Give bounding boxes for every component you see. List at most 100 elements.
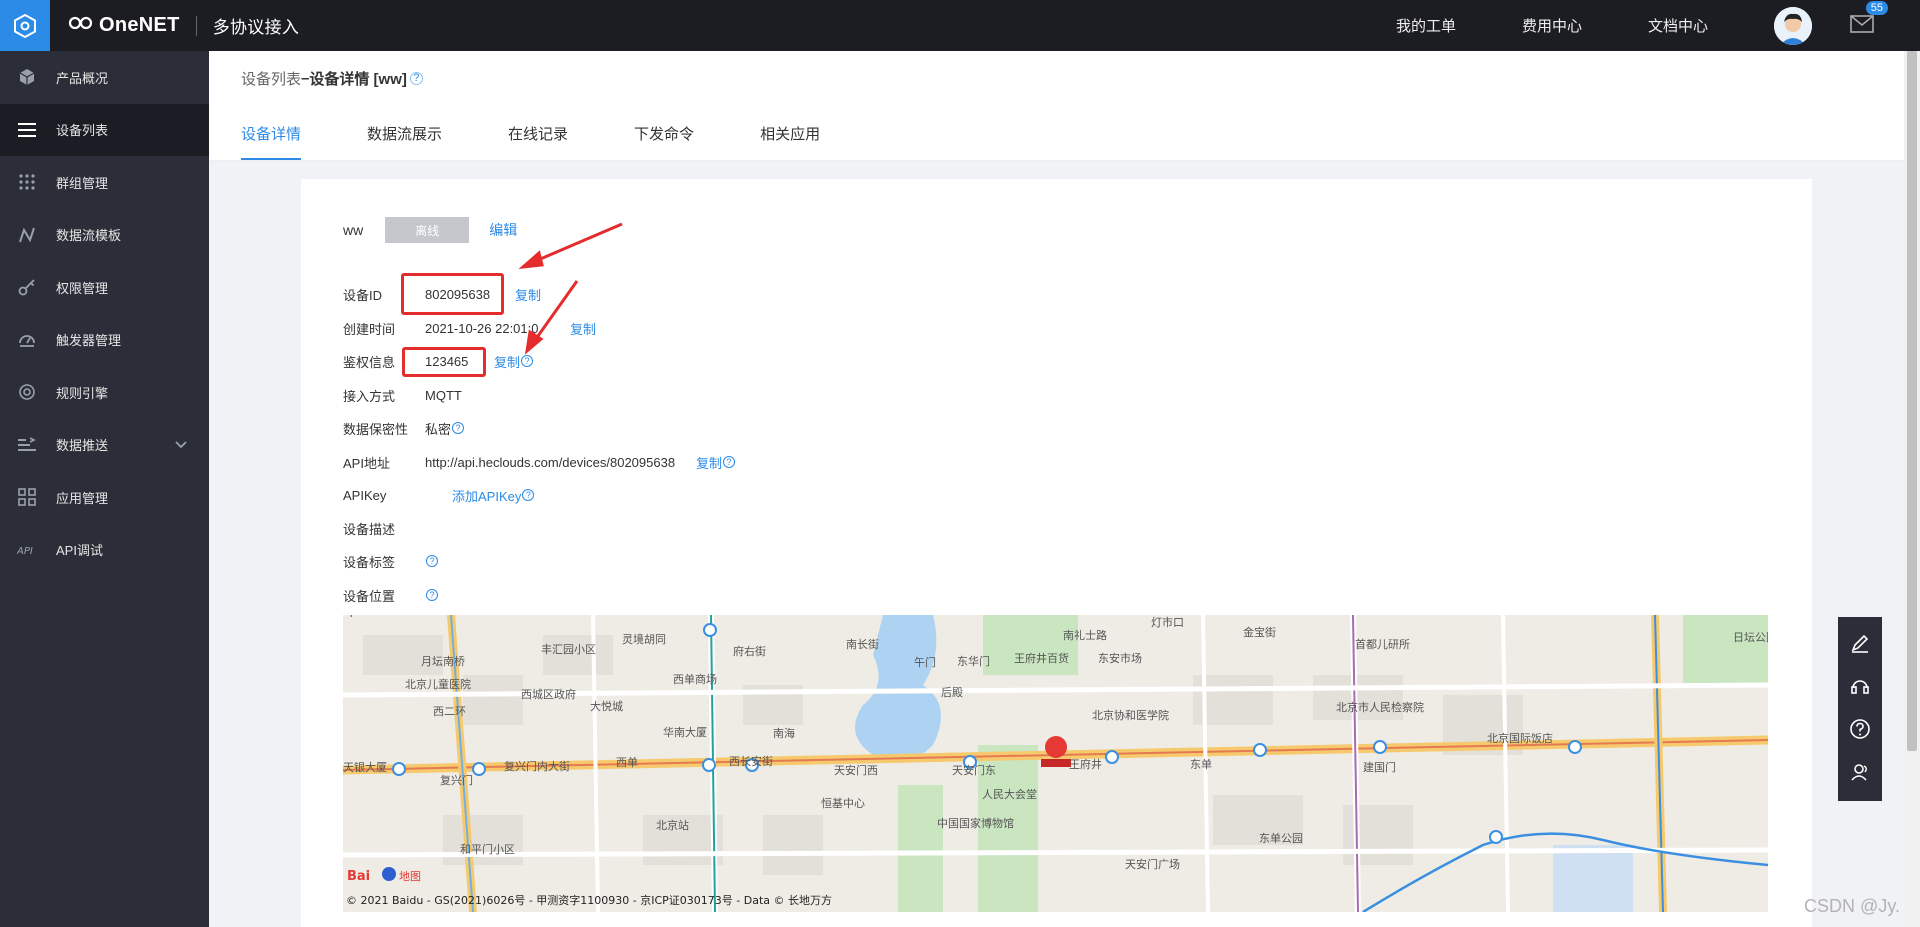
breadcrumb-parent[interactable]: 设备列表 — [241, 68, 301, 89]
map-label: 天安门广场 — [1125, 857, 1180, 871]
sidebar-item-label: 规则引擎 — [56, 385, 109, 401]
sidebar-item-api-debug[interactable]: API API调试 — [0, 524, 209, 577]
tab-datastream-display[interactable]: 数据流展示 — [367, 123, 442, 160]
copy-api-address-button[interactable]: 复制 — [696, 453, 722, 472]
map-label: 北京儿童医院 — [405, 677, 471, 691]
help-icon[interactable]: ? — [522, 489, 535, 501]
sidebar-item-label: 产品概况 — [56, 70, 109, 86]
description-row: 设备描述 — [343, 518, 425, 538]
help-icon[interactable]: ? — [521, 355, 534, 367]
created-time-label: 创建时间 — [343, 321, 396, 337]
map-label: 首都儿研所 — [1355, 637, 1410, 651]
map-label: 王府井百货 — [1014, 651, 1069, 665]
map-label: 灯市口 — [1151, 615, 1184, 629]
sidebar-item-permission-management[interactable]: 权限管理 — [0, 261, 209, 314]
sidebar: 产品概况 设备列表 群组管理 数据流模板 权限管理 触发器管理 规则引擎 数据推… — [0, 51, 209, 927]
map-label: 西单 — [616, 756, 638, 769]
message-count-badge: 55 — [1865, 1, 1888, 15]
tab-online-records[interactable]: 在线记录 — [508, 123, 568, 160]
map-label: 复兴门 — [440, 773, 473, 787]
map-label: 北京协和医学院 — [1092, 708, 1169, 722]
secrecy-label: 数据保密性 — [343, 421, 409, 437]
scrollbar-thumb[interactable] — [1907, 51, 1917, 751]
nav-docs-center[interactable]: 文档中心 — [1648, 15, 1708, 36]
nav-billing-center[interactable]: 费用中心 — [1522, 15, 1582, 36]
device-location-map[interactable]: 月坛南桥 北京儿童医院 丰汇园小区 西城区政府 大悦城 灵境胡同 西单商场 华南大厦 府右街 南海… — [343, 615, 1768, 912]
tab-device-details[interactable]: 设备详情 — [241, 123, 302, 160]
apikey-label: APIKey — [343, 487, 387, 503]
annotation-box-auth-info — [402, 347, 486, 377]
map-label: 午门 — [914, 655, 936, 669]
map-label: 东安市场 — [1098, 651, 1142, 665]
push-icon — [16, 434, 38, 456]
copy-created-time-button[interactable]: 复制 — [570, 319, 596, 338]
protocol-row: 接入方式 MQTT — [343, 385, 462, 405]
page-scrollbar[interactable] — [1904, 51, 1920, 927]
copy-auth-info-button[interactable]: 复制 — [494, 352, 520, 371]
device-detail-card: ww 离线 编辑 设备ID 802095638 复制 创建时间 2021-10-… — [301, 179, 1812, 927]
tab-related-apps[interactable]: 相关应用 — [760, 123, 820, 160]
help-icon[interactable]: ? — [426, 555, 438, 567]
help-icon[interactable]: ? — [426, 589, 438, 601]
help-icon[interactable]: ? — [452, 422, 465, 434]
users-icon[interactable] — [1849, 761, 1871, 786]
sidebar-item-label: 触发器管理 — [56, 333, 122, 349]
list-icon — [16, 119, 38, 141]
tags-label: 设备标签 — [343, 554, 396, 570]
map-label: 人民大会堂 — [982, 787, 1037, 801]
sidebar-item-label: 群组管理 — [56, 175, 109, 191]
help-icon[interactable]: ? — [723, 456, 736, 468]
edit-link[interactable]: 编辑 — [489, 220, 517, 240]
question-icon[interactable] — [1849, 718, 1871, 743]
nav-my-tickets[interactable]: 我的工单 — [1396, 15, 1456, 36]
description-label: 设备描述 — [343, 521, 396, 537]
tab-send-command[interactable]: 下发命令 — [634, 123, 694, 160]
map-label: 西城区政府 — [521, 687, 576, 701]
sidebar-item-data-push[interactable]: 数据推送 — [0, 419, 209, 472]
svg-text:API: API — [17, 546, 33, 557]
help-icon[interactable]: ? — [409, 71, 423, 85]
sidebar-item-trigger-management[interactable]: 触发器管理 — [0, 314, 209, 367]
grid-dots-icon — [16, 171, 38, 193]
mail-icon — [1850, 15, 1874, 33]
protocol-label: 接入方式 — [343, 388, 396, 404]
annotation-arrows — [518, 222, 623, 355]
baidu-logo-suffix: 地图 — [399, 870, 421, 883]
cube-icon — [16, 66, 38, 88]
sidebar-item-datastream-template[interactable]: 数据流模板 — [0, 209, 209, 262]
map-label: 南海 — [773, 726, 795, 740]
apikey-row: APIKey 添加APIKey ? — [343, 485, 535, 505]
edit-icon[interactable] — [1849, 632, 1871, 657]
sidebar-item-device-list[interactable]: 设备列表 — [0, 103, 209, 156]
headset-icon[interactable] — [1849, 675, 1871, 700]
sidebar-item-group-management[interactable]: 群组管理 — [0, 156, 209, 209]
messages[interactable]: 55 — [1850, 1, 1888, 36]
sidebar-item-app-management[interactable]: 应用管理 — [0, 471, 209, 524]
map-label: 后殿 — [941, 686, 963, 699]
stream-icon — [16, 224, 38, 246]
sidebar-item-product-overview[interactable]: 产品概况 — [0, 51, 209, 104]
api-icon: API — [16, 539, 38, 561]
api-address-label: API地址 — [343, 455, 390, 471]
add-apikey-link[interactable]: 添加APIKey — [452, 486, 521, 505]
hexagon-icon — [14, 13, 36, 38]
chevron-down-icon[interactable] — [175, 437, 187, 452]
sidebar-item-label: 设备列表 — [56, 123, 109, 139]
breadcrumb: 设备列表 – 设备详情 [ww] ? — [209, 51, 1904, 105]
map-label: 丰汇园小区 — [541, 643, 596, 656]
map-label: 大悦城 — [590, 699, 623, 713]
map-label: 和平门小区 — [460, 842, 515, 856]
map-label: 建国门 — [1363, 760, 1396, 774]
map-label: 南礼士路 — [1063, 628, 1107, 642]
map-label: 日坛公园 — [1733, 631, 1768, 644]
map-label: 金宝街 — [1243, 625, 1276, 639]
platform-logo[interactable] — [0, 0, 50, 51]
avatar[interactable] — [1774, 6, 1812, 45]
sidebar-item-rule-engine[interactable]: 规则引擎 — [0, 366, 209, 419]
map-label: 南长街 — [846, 637, 879, 651]
map-label: 恒基中心 — [821, 797, 865, 810]
sidebar-item-label: 数据流模板 — [56, 228, 122, 244]
copy-device-id-button[interactable]: 复制 — [515, 285, 541, 304]
map-label: 府右街 — [733, 644, 766, 658]
api-address-row: API地址 http://api.heclouds.com/devices/80… — [343, 452, 736, 472]
